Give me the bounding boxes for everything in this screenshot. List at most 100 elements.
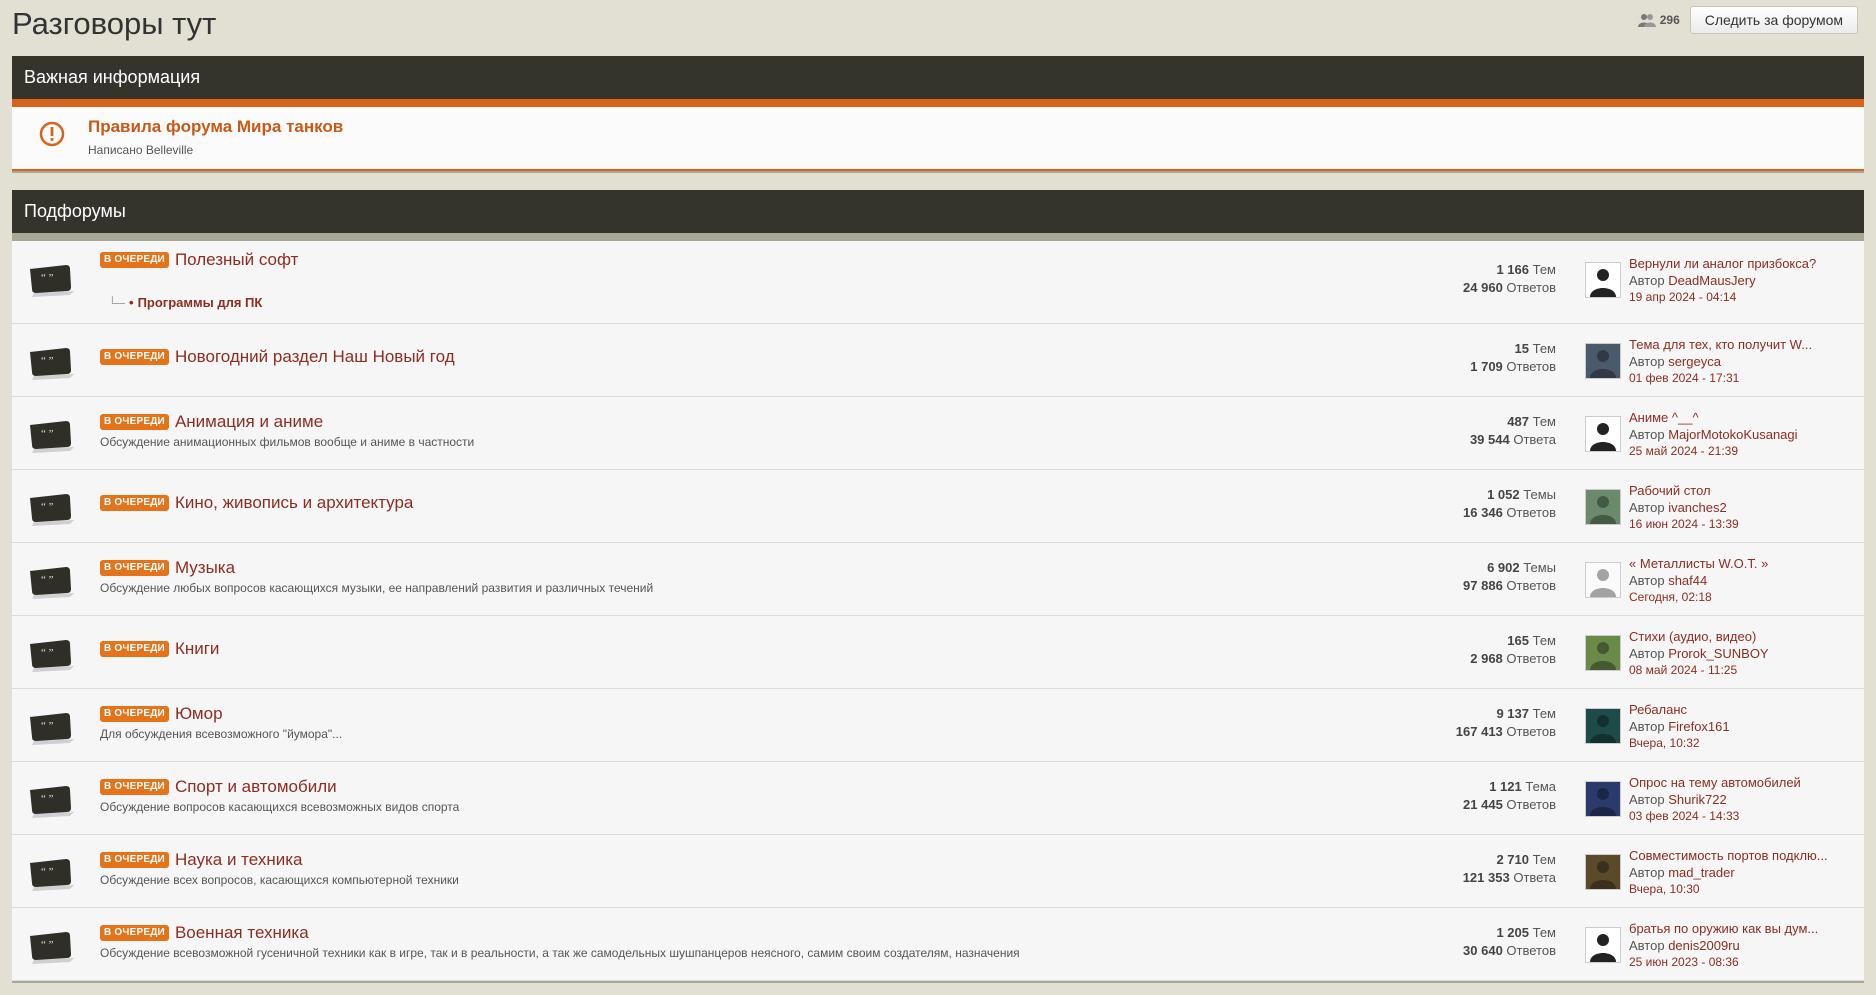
avatar[interactable] <box>1585 635 1621 671</box>
last-post-date-link[interactable]: Сегодня, 02:18 <box>1629 589 1876 606</box>
user-silhouette-icon <box>1590 934 1616 962</box>
last-post-date-link[interactable]: 08 май 2024 - 11:25 <box>1629 662 1876 679</box>
subforum-stats: 1 121 Тема 21 445 Ответов <box>1463 779 1556 812</box>
last-post-title-link[interactable]: Стихи (аудио, видео) <box>1629 628 1876 645</box>
avatar[interactable] <box>1585 781 1621 817</box>
last-post-text: Вернули ли аналог призбокса? Автор DeadM… <box>1629 255 1876 306</box>
last-post-author-link[interactable]: ivanches2 <box>1668 500 1727 515</box>
speech-bubble-icon[interactable]: “ ” <box>26 857 76 893</box>
subforum-title-link[interactable]: Спорт и автомобили <box>175 777 337 797</box>
last-post-date-link[interactable]: Вчера, 10:30 <box>1629 881 1876 898</box>
followers-number: 296 <box>1659 13 1680 27</box>
avatar[interactable] <box>1585 708 1621 744</box>
last-post-date-link[interactable]: 19 апр 2024 - 04:14 <box>1629 289 1876 306</box>
subforum-title-link[interactable]: Музыка <box>175 558 235 578</box>
user-silhouette-icon <box>1590 642 1616 670</box>
last-post-author: Автор ivanches2 <box>1629 500 1727 515</box>
subforum-title-link[interactable]: Юмор <box>175 704 223 724</box>
last-post-title-link[interactable]: Совместимость портов подклю... <box>1629 847 1876 864</box>
avatar[interactable] <box>1585 262 1621 298</box>
last-post-author: Автор Shurik722 <box>1629 792 1727 807</box>
subforum-title-link[interactable]: Военная техника <box>175 923 309 943</box>
last-post-author-link[interactable]: DeadMausJery <box>1668 273 1755 288</box>
last-post-date-link[interactable]: 25 июн 2023 - 08:36 <box>1629 954 1876 971</box>
last-post-title-link[interactable]: братья по оружию как вы дум... <box>1629 920 1876 937</box>
last-post-author-link[interactable]: sergeyca <box>1668 354 1721 369</box>
last-post-author-link[interactable]: shaf44 <box>1668 573 1707 588</box>
last-post-author-link[interactable]: Firefox161 <box>1668 719 1729 734</box>
avatar[interactable] <box>1585 343 1621 379</box>
subforum-title-link[interactable]: Анимация и аниме <box>175 412 323 432</box>
subforum-title-link[interactable]: Полезный софт <box>175 250 298 270</box>
subforum-title-line: В ОЧЕРЕДИ Военная техника <box>100 923 309 943</box>
child-forum-link[interactable]: └─ • Программы для ПК <box>108 295 262 310</box>
follow-forum-button[interactable]: Следить за форумом <box>1689 6 1858 34</box>
last-post-author-link[interactable]: Prorok_SUNBOY <box>1668 646 1768 661</box>
last-post-author-link[interactable]: Shurik722 <box>1668 792 1727 807</box>
user-silhouette-icon <box>1590 350 1616 378</box>
topics-count: 1 166 <box>1496 262 1529 277</box>
speech-bubble-icon[interactable]: “ ” <box>26 565 76 601</box>
people-icon <box>1637 14 1656 27</box>
avatar[interactable] <box>1585 854 1621 890</box>
follow-area: 296 Следить за форумом <box>1637 6 1858 34</box>
queue-badge: В ОЧЕРЕДИ <box>100 925 169 941</box>
svg-text:“ ”: “ ” <box>41 793 54 805</box>
exclamation-circle-icon <box>39 121 65 147</box>
subforum-title-link[interactable]: Наука и техника <box>175 850 303 870</box>
last-post-author-link[interactable]: denis2009ru <box>1668 938 1740 953</box>
last-post-date-link[interactable]: 03 фев 2024 - 14:33 <box>1629 808 1876 825</box>
avatar[interactable] <box>1585 416 1621 452</box>
last-post-date-link[interactable]: 16 июн 2024 - 13:39 <box>1629 516 1876 533</box>
speech-bubble-icon[interactable]: “ ” <box>26 346 76 382</box>
last-post-title-link[interactable]: Аниме ^__^ <box>1629 409 1876 426</box>
last-post-title-link[interactable]: Рабочий стол <box>1629 482 1876 499</box>
topics-count: 1 121 <box>1489 779 1522 794</box>
announcements-block: Важная информация Правила форума Мира та… <box>12 56 1864 173</box>
subforum-list: “ ” В ОЧЕРЕДИ Полезный софт └─ • Программы… <box>12 241 1864 981</box>
replies-count: 2 968 <box>1470 651 1503 666</box>
last-post-date-link[interactable]: Вчера, 10:32 <box>1629 735 1876 752</box>
avatar[interactable] <box>1585 489 1621 525</box>
replies-count: 1 709 <box>1470 359 1503 374</box>
speech-bubble-icon[interactable]: “ ” <box>26 711 76 747</box>
subforum-title-link[interactable]: Книги <box>175 639 219 659</box>
last-post-text: Совместимость портов подклю... Автор mad… <box>1629 847 1876 898</box>
user-silhouette-icon <box>1590 715 1616 743</box>
topics-count: 165 <box>1507 633 1529 648</box>
last-post-title-link[interactable]: Тема для тех, кто получит W... <box>1629 336 1876 353</box>
speech-bubble-icon[interactable]: “ ” <box>26 784 76 820</box>
subforum-title-line: В ОЧЕРЕДИ Полезный софт <box>100 250 298 270</box>
subforum-stats: 9 137 Тем 167 413 Ответов <box>1455 706 1556 739</box>
speech-bubble-icon[interactable]: “ ” <box>26 263 76 299</box>
speech-bubble-icon[interactable]: “ ” <box>26 930 76 966</box>
queue-badge: В ОЧЕРЕДИ <box>100 706 169 722</box>
followers-count[interactable]: 296 <box>1637 13 1680 27</box>
queue-badge: В ОЧЕРЕДИ <box>100 349 169 365</box>
announcement-author-link[interactable]: Belleville <box>146 143 193 157</box>
last-post-title-link[interactable]: Вернули ли аналог призбокса? <box>1629 255 1876 272</box>
last-post-date-link[interactable]: 25 май 2024 - 21:39 <box>1629 443 1876 460</box>
last-post-text: Ребаланс Автор Firefox161 Вчера, 10:32 <box>1629 701 1876 752</box>
avatar[interactable] <box>1585 927 1621 963</box>
last-post-author-link[interactable]: MajorMotokoKusanagi <box>1668 427 1797 442</box>
subforum-row: “ ” В ОЧЕРЕДИ Музыка Обсуждение любых во… <box>12 543 1864 616</box>
last-post-author-link[interactable]: mad_trader <box>1668 865 1734 880</box>
subforum-title-link[interactable]: Кино, живопись и архитектура <box>175 493 413 513</box>
svg-text:“ ”: “ ” <box>41 428 54 440</box>
queue-badge: В ОЧЕРЕДИ <box>100 852 169 868</box>
last-post-author: Автор shaf44 <box>1629 573 1708 588</box>
last-post-title-link[interactable]: « Металлисты W.O.T. » <box>1629 555 1876 572</box>
announcement-title-link[interactable]: Правила форума Мира танков <box>88 117 343 137</box>
speech-bubble-icon[interactable]: “ ” <box>26 638 76 674</box>
speech-bubble-icon[interactable]: “ ” <box>26 419 76 455</box>
user-silhouette-icon <box>1590 496 1616 524</box>
subforum-title-link[interactable]: Новогодний раздел Наш Новый год <box>175 347 455 367</box>
speech-bubble-icon[interactable]: “ ” <box>26 492 76 528</box>
last-post-title-link[interactable]: Ребаланс <box>1629 701 1876 718</box>
last-post-author: Автор sergeyca <box>1629 354 1721 369</box>
last-post-title-link[interactable]: Опрос на тему автомобилей <box>1629 774 1876 791</box>
last-post-date-link[interactable]: 01 фев 2024 - 17:31 <box>1629 370 1876 387</box>
avatar[interactable] <box>1585 562 1621 598</box>
subforum-row: “ ” В ОЧЕРЕДИ Новогодний раздел Наш Новы… <box>12 324 1864 397</box>
